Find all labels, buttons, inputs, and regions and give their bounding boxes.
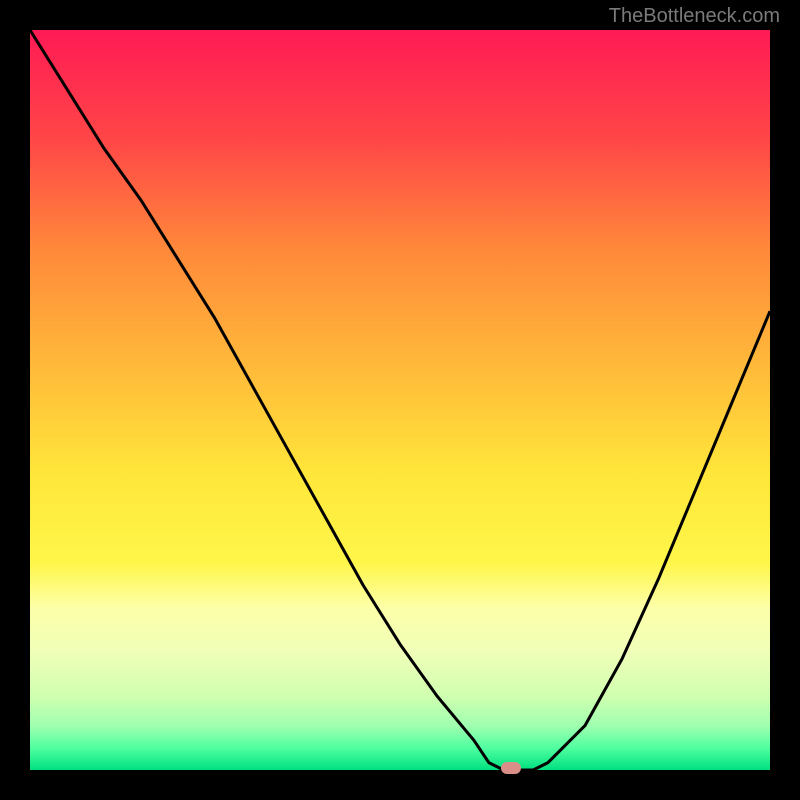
- bottleneck-chart: [0, 0, 800, 800]
- watermark-text: TheBottleneck.com: [609, 5, 780, 28]
- chart-container: TheBottleneck.com: [0, 0, 800, 800]
- optimal-marker: [501, 762, 521, 774]
- gradient-background: [30, 30, 770, 770]
